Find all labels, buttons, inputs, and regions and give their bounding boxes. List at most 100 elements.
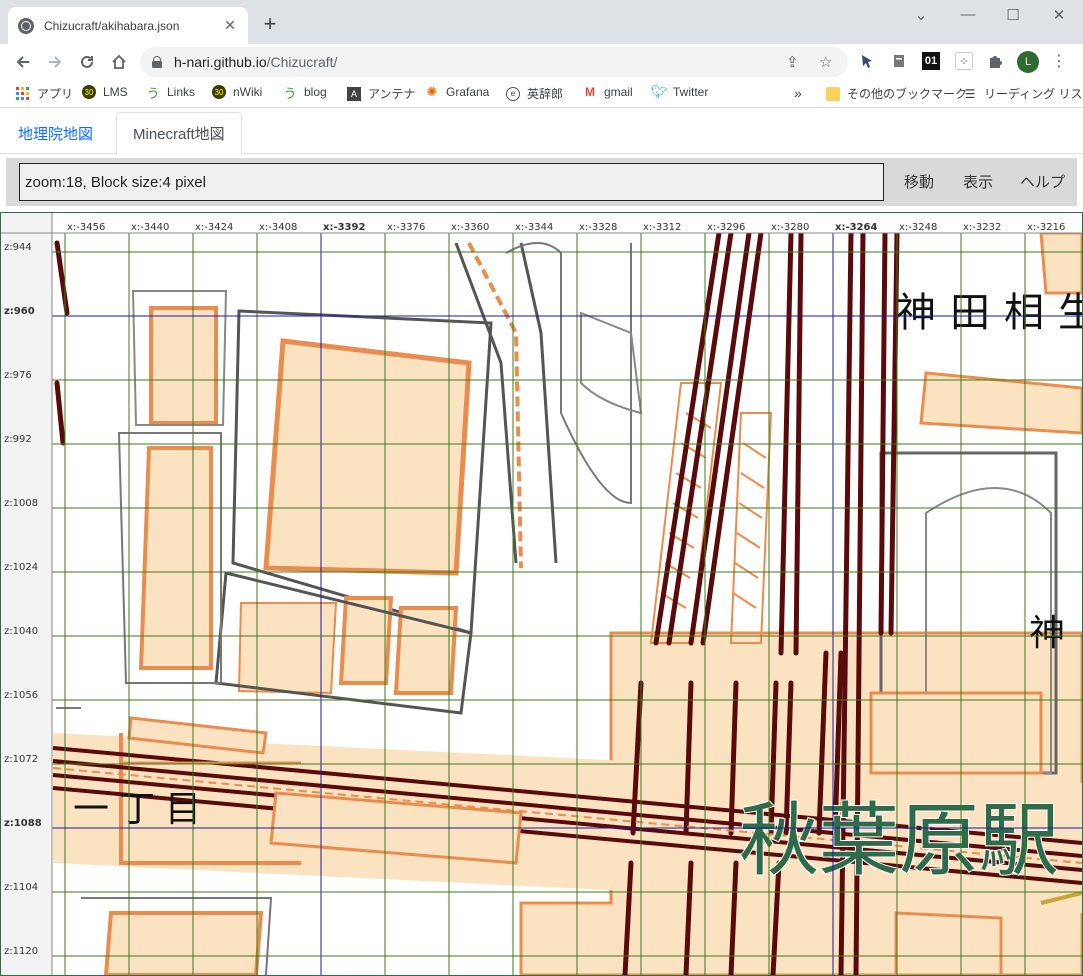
new-tab-button[interactable]: + bbox=[258, 12, 282, 36]
x-axis-label: x:-3408 bbox=[259, 222, 297, 233]
z-axis-label: z:1024 bbox=[4, 562, 38, 573]
bookmark-label: リーディング リスト bbox=[984, 87, 1083, 101]
reload-icon bbox=[81, 55, 93, 68]
x-axis-label: x:-3296 bbox=[707, 222, 745, 233]
bookmark-antenna[interactable]: A アンテナ bbox=[347, 85, 416, 102]
antenna-icon: A bbox=[347, 86, 361, 101]
forward-button[interactable] bbox=[42, 49, 68, 75]
profile-avatar[interactable]: L bbox=[1017, 51, 1039, 73]
bookmark-blog[interactable]: う blog bbox=[283, 85, 327, 101]
bookmarks-overflow-button[interactable]: » bbox=[794, 85, 802, 101]
browser-tab[interactable]: Chizucraft/akihabara.json ✕ bbox=[8, 7, 248, 44]
close-window-button[interactable]: ✕ bbox=[1044, 6, 1074, 24]
z-axis-label: z:1008 bbox=[4, 498, 38, 509]
bookmark-gmail[interactable]: Mgmail bbox=[583, 85, 633, 99]
bookmark-label: LMS bbox=[103, 85, 128, 99]
twitter-icon: 🐦︎ bbox=[650, 84, 668, 99]
x-axis-label: x:-3360 bbox=[451, 222, 489, 233]
bookmark-lms[interactable]: 30 LMS bbox=[82, 85, 128, 99]
bookmark-twitter[interactable]: 🐦︎ Twitter bbox=[650, 84, 709, 99]
binary-extension-icon[interactable]: 01 bbox=[922, 52, 940, 70]
x-axis-label: x:-3376 bbox=[387, 222, 425, 233]
place-label-chome: 一丁目 bbox=[73, 789, 211, 830]
place-label-akihabara-station: 秋葉原駅 bbox=[739, 794, 1059, 887]
bookmark-label: gmail bbox=[604, 85, 633, 99]
nwiki-icon: 30 bbox=[212, 85, 226, 99]
x-axis-label: x:-3248 bbox=[899, 222, 937, 233]
bookmark-apps[interactable]: アプリ bbox=[16, 85, 73, 102]
status-field[interactable]: zoom:18, Block size:4 pixel bbox=[19, 163, 884, 201]
grafana-icon: ✺ bbox=[426, 84, 438, 99]
minecraft-map[interactable]: 神田相生 神 一丁目 秋葉原駅 x:-3456 x:-3440 x:-3424 x:-… bbox=[0, 212, 1083, 976]
folder-icon bbox=[826, 86, 840, 101]
tab-minecraft-map[interactable]: Minecraft地図 bbox=[116, 112, 242, 155]
browser-toolbar: h-nari.github.io/Chizucraft/ ⇪ ☆ 01 ⁘ L … bbox=[0, 44, 1083, 80]
cursor-extension-icon[interactable] bbox=[858, 52, 876, 70]
close-tab-icon[interactable]: ✕ bbox=[222, 17, 238, 34]
page-tab-bar: 地理院地図 Minecraft地図 bbox=[0, 112, 1083, 155]
reload-button[interactable] bbox=[74, 49, 100, 75]
lock-icon bbox=[152, 56, 162, 68]
bookmark-grafana[interactable]: ✺ Grafana bbox=[425, 84, 490, 99]
display-button[interactable]: 表示 bbox=[963, 171, 993, 192]
z-axis-label: z:960 bbox=[4, 306, 35, 317]
z-axis-label: z:976 bbox=[4, 370, 32, 381]
back-arrow-icon bbox=[16, 56, 29, 68]
bookmark-label: アンテナ bbox=[368, 87, 416, 101]
lms-icon: 30 bbox=[82, 85, 96, 99]
z-axis-label: z:1104 bbox=[4, 882, 38, 893]
bookmark-label: Twitter bbox=[673, 85, 709, 99]
minimize-button[interactable]: — bbox=[953, 6, 983, 23]
bookmark-label: blog bbox=[304, 85, 327, 99]
bookmarks-bar: アプリ 30 LMS う Links 30 nWiki う blog A アンテナ ✺ Gr… bbox=[0, 80, 1083, 108]
x-axis-label: x:-3344 bbox=[515, 222, 553, 233]
links-icon: う bbox=[146, 85, 160, 101]
bookmark-links[interactable]: う Links bbox=[146, 85, 196, 101]
bookmark-label: nWiki bbox=[233, 85, 263, 99]
bookmark-eijiro[interactable]: e 英辞郎 bbox=[506, 85, 563, 102]
dotted-extension-icon[interactable]: ⁘ bbox=[955, 52, 973, 70]
puzzle-extensions-icon[interactable] bbox=[986, 52, 1004, 70]
x-axis-label: x:-3456 bbox=[67, 222, 105, 233]
x-axis-label: x:-3216 bbox=[1027, 222, 1065, 233]
tab-gsi-map[interactable]: 地理院地図 bbox=[2, 112, 109, 154]
bookmark-label: Links bbox=[167, 85, 196, 99]
z-axis-strip bbox=[1, 213, 52, 975]
z-axis-label: z:992 bbox=[4, 434, 32, 445]
bookmark-nwiki[interactable]: 30 nWiki bbox=[212, 85, 262, 99]
x-axis-label: x:-3328 bbox=[579, 222, 617, 233]
x-axis-label: x:-3264 bbox=[835, 222, 877, 233]
z-axis-label: z:1072 bbox=[4, 754, 38, 765]
bookmark-star-icon[interactable]: ☆ bbox=[819, 53, 832, 71]
maximize-button[interactable]: ☐ bbox=[998, 6, 1028, 24]
z-axis-label: z:944 bbox=[4, 242, 32, 253]
bookmark-label: 英辞郎 bbox=[527, 87, 564, 101]
eijiro-icon: e bbox=[506, 86, 520, 101]
home-icon bbox=[112, 54, 126, 69]
back-button[interactable] bbox=[10, 49, 36, 75]
menu-kebab-icon[interactable]: ⋮ bbox=[1050, 52, 1068, 70]
tab-search-icon[interactable]: ⌄ bbox=[906, 6, 936, 24]
map-canvas[interactable]: 神田相生 神 一丁目 秋葉原駅 x:-3456 x:-3440 x:-3424 x:-… bbox=[1, 213, 1082, 975]
home-button[interactable] bbox=[106, 49, 132, 75]
z-axis-label: z:1120 bbox=[4, 946, 38, 957]
move-button[interactable]: 移動 bbox=[904, 171, 934, 192]
reading-list-button[interactable]: ☰ リーディング リスト bbox=[963, 85, 1083, 102]
x-axis-label: x:-3232 bbox=[963, 222, 1001, 233]
other-bookmarks-folder[interactable]: その他のブックマーク bbox=[826, 85, 967, 102]
browser-tab-strip: Chizucraft/akihabara.json ✕ + ⌄ — ☐ ✕ bbox=[0, 0, 1083, 44]
bookmark-label: Grafana bbox=[446, 85, 490, 99]
z-axis-label: z:1088 bbox=[4, 818, 42, 829]
x-axis-label: x:-3440 bbox=[131, 222, 169, 233]
url-host: h-nari.github.io bbox=[174, 54, 267, 70]
place-label-kanda-aioi: 神田相生 bbox=[896, 290, 1082, 336]
page-extension-icon[interactable] bbox=[890, 52, 908, 70]
share-icon[interactable]: ⇪ bbox=[786, 53, 799, 71]
blog-icon: う bbox=[283, 85, 297, 101]
place-label-kanda: 神 bbox=[1029, 613, 1065, 654]
address-bar[interactable]: h-nari.github.io/Chizucraft/ ⇪ ☆ bbox=[140, 47, 848, 77]
url-path: /Chizucraft/ bbox=[266, 54, 338, 70]
x-axis-label: x:-3312 bbox=[643, 222, 681, 233]
x-axis-label: x:-3424 bbox=[195, 222, 233, 233]
help-button[interactable]: ヘルプ bbox=[1020, 171, 1065, 192]
